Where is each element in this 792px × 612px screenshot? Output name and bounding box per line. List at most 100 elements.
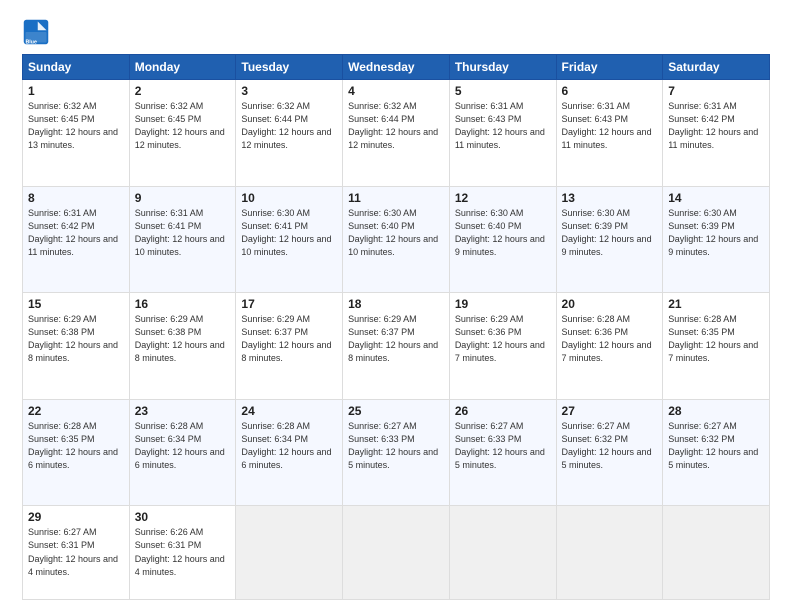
day-number: 4	[348, 84, 444, 98]
day-info: Sunrise: 6:29 AM Sunset: 6:36 PM Dayligh…	[455, 313, 551, 365]
day-number: 28	[668, 404, 764, 418]
calendar-cell: 26 Sunrise: 6:27 AM Sunset: 6:33 PM Dayl…	[449, 399, 556, 506]
calendar-cell	[556, 506, 663, 600]
calendar-cell: 22 Sunrise: 6:28 AM Sunset: 6:35 PM Dayl…	[23, 399, 130, 506]
calendar-cell	[663, 506, 770, 600]
calendar-cell	[449, 506, 556, 600]
day-info: Sunrise: 6:30 AM Sunset: 6:41 PM Dayligh…	[241, 207, 337, 259]
calendar-cell: 25 Sunrise: 6:27 AM Sunset: 6:33 PM Dayl…	[343, 399, 450, 506]
calendar-cell: 9 Sunrise: 6:31 AM Sunset: 6:41 PM Dayli…	[129, 186, 236, 293]
day-number: 29	[28, 510, 124, 524]
day-number: 14	[668, 191, 764, 205]
calendar-cell: 23 Sunrise: 6:28 AM Sunset: 6:34 PM Dayl…	[129, 399, 236, 506]
calendar-cell: 19 Sunrise: 6:29 AM Sunset: 6:36 PM Dayl…	[449, 293, 556, 400]
col-header-friday: Friday	[556, 55, 663, 80]
calendar-cell: 29 Sunrise: 6:27 AM Sunset: 6:31 PM Dayl…	[23, 506, 130, 600]
day-info: Sunrise: 6:27 AM Sunset: 6:33 PM Dayligh…	[455, 420, 551, 472]
day-number: 27	[562, 404, 658, 418]
day-info: Sunrise: 6:31 AM Sunset: 6:43 PM Dayligh…	[562, 100, 658, 152]
svg-text:Blue: Blue	[26, 39, 37, 45]
calendar-cell: 3 Sunrise: 6:32 AM Sunset: 6:44 PM Dayli…	[236, 80, 343, 187]
day-info: Sunrise: 6:32 AM Sunset: 6:44 PM Dayligh…	[241, 100, 337, 152]
day-info: Sunrise: 6:31 AM Sunset: 6:42 PM Dayligh…	[28, 207, 124, 259]
day-number: 8	[28, 191, 124, 205]
day-number: 7	[668, 84, 764, 98]
logo-icon: Blue	[22, 18, 50, 46]
day-info: Sunrise: 6:28 AM Sunset: 6:35 PM Dayligh…	[668, 313, 764, 365]
day-number: 24	[241, 404, 337, 418]
day-number: 5	[455, 84, 551, 98]
col-header-tuesday: Tuesday	[236, 55, 343, 80]
day-info: Sunrise: 6:29 AM Sunset: 6:37 PM Dayligh…	[348, 313, 444, 365]
calendar-cell: 16 Sunrise: 6:29 AM Sunset: 6:38 PM Dayl…	[129, 293, 236, 400]
day-info: Sunrise: 6:29 AM Sunset: 6:38 PM Dayligh…	[28, 313, 124, 365]
day-number: 25	[348, 404, 444, 418]
calendar-cell: 13 Sunrise: 6:30 AM Sunset: 6:39 PM Dayl…	[556, 186, 663, 293]
calendar-cell: 5 Sunrise: 6:31 AM Sunset: 6:43 PM Dayli…	[449, 80, 556, 187]
day-info: Sunrise: 6:30 AM Sunset: 6:40 PM Dayligh…	[455, 207, 551, 259]
day-number: 21	[668, 297, 764, 311]
day-info: Sunrise: 6:31 AM Sunset: 6:43 PM Dayligh…	[455, 100, 551, 152]
calendar-cell: 4 Sunrise: 6:32 AM Sunset: 6:44 PM Dayli…	[343, 80, 450, 187]
day-number: 19	[455, 297, 551, 311]
calendar-cell: 6 Sunrise: 6:31 AM Sunset: 6:43 PM Dayli…	[556, 80, 663, 187]
calendar-cell: 14 Sunrise: 6:30 AM Sunset: 6:39 PM Dayl…	[663, 186, 770, 293]
day-info: Sunrise: 6:28 AM Sunset: 6:35 PM Dayligh…	[28, 420, 124, 472]
calendar-cell: 30 Sunrise: 6:26 AM Sunset: 6:31 PM Dayl…	[129, 506, 236, 600]
day-number: 22	[28, 404, 124, 418]
col-header-thursday: Thursday	[449, 55, 556, 80]
col-header-sunday: Sunday	[23, 55, 130, 80]
day-number: 20	[562, 297, 658, 311]
calendar-cell: 15 Sunrise: 6:29 AM Sunset: 6:38 PM Dayl…	[23, 293, 130, 400]
day-info: Sunrise: 6:27 AM Sunset: 6:33 PM Dayligh…	[348, 420, 444, 472]
day-info: Sunrise: 6:29 AM Sunset: 6:38 PM Dayligh…	[135, 313, 231, 365]
logo: Blue	[22, 18, 54, 46]
calendar-cell	[236, 506, 343, 600]
day-number: 17	[241, 297, 337, 311]
calendar-cell: 21 Sunrise: 6:28 AM Sunset: 6:35 PM Dayl…	[663, 293, 770, 400]
day-number: 12	[455, 191, 551, 205]
day-number: 16	[135, 297, 231, 311]
calendar-cell: 24 Sunrise: 6:28 AM Sunset: 6:34 PM Dayl…	[236, 399, 343, 506]
calendar-cell: 17 Sunrise: 6:29 AM Sunset: 6:37 PM Dayl…	[236, 293, 343, 400]
calendar-cell: 7 Sunrise: 6:31 AM Sunset: 6:42 PM Dayli…	[663, 80, 770, 187]
header: Blue	[22, 18, 770, 46]
day-info: Sunrise: 6:31 AM Sunset: 6:41 PM Dayligh…	[135, 207, 231, 259]
day-info: Sunrise: 6:27 AM Sunset: 6:32 PM Dayligh…	[562, 420, 658, 472]
day-number: 23	[135, 404, 231, 418]
day-number: 11	[348, 191, 444, 205]
day-info: Sunrise: 6:27 AM Sunset: 6:32 PM Dayligh…	[668, 420, 764, 472]
calendar-cell: 1 Sunrise: 6:32 AM Sunset: 6:45 PM Dayli…	[23, 80, 130, 187]
day-number: 3	[241, 84, 337, 98]
day-info: Sunrise: 6:30 AM Sunset: 6:39 PM Dayligh…	[562, 207, 658, 259]
day-number: 9	[135, 191, 231, 205]
calendar-cell: 20 Sunrise: 6:28 AM Sunset: 6:36 PM Dayl…	[556, 293, 663, 400]
day-number: 6	[562, 84, 658, 98]
day-number: 30	[135, 510, 231, 524]
day-info: Sunrise: 6:28 AM Sunset: 6:34 PM Dayligh…	[241, 420, 337, 472]
calendar-cell: 11 Sunrise: 6:30 AM Sunset: 6:40 PM Dayl…	[343, 186, 450, 293]
calendar-cell: 28 Sunrise: 6:27 AM Sunset: 6:32 PM Dayl…	[663, 399, 770, 506]
calendar-cell: 10 Sunrise: 6:30 AM Sunset: 6:41 PM Dayl…	[236, 186, 343, 293]
col-header-monday: Monday	[129, 55, 236, 80]
calendar-cell: 18 Sunrise: 6:29 AM Sunset: 6:37 PM Dayl…	[343, 293, 450, 400]
day-number: 26	[455, 404, 551, 418]
day-info: Sunrise: 6:30 AM Sunset: 6:40 PM Dayligh…	[348, 207, 444, 259]
day-info: Sunrise: 6:26 AM Sunset: 6:31 PM Dayligh…	[135, 526, 231, 578]
day-number: 10	[241, 191, 337, 205]
day-info: Sunrise: 6:32 AM Sunset: 6:45 PM Dayligh…	[28, 100, 124, 152]
day-number: 13	[562, 191, 658, 205]
calendar-cell: 12 Sunrise: 6:30 AM Sunset: 6:40 PM Dayl…	[449, 186, 556, 293]
calendar-cell	[343, 506, 450, 600]
col-header-wednesday: Wednesday	[343, 55, 450, 80]
day-info: Sunrise: 6:32 AM Sunset: 6:45 PM Dayligh…	[135, 100, 231, 152]
day-number: 1	[28, 84, 124, 98]
day-info: Sunrise: 6:32 AM Sunset: 6:44 PM Dayligh…	[348, 100, 444, 152]
calendar-cell: 2 Sunrise: 6:32 AM Sunset: 6:45 PM Dayli…	[129, 80, 236, 187]
calendar-table: SundayMondayTuesdayWednesdayThursdayFrid…	[22, 54, 770, 600]
day-info: Sunrise: 6:30 AM Sunset: 6:39 PM Dayligh…	[668, 207, 764, 259]
day-number: 2	[135, 84, 231, 98]
page: Blue SundayMondayTuesdayWednesdayThursda…	[0, 0, 792, 612]
calendar-cell: 8 Sunrise: 6:31 AM Sunset: 6:42 PM Dayli…	[23, 186, 130, 293]
day-number: 18	[348, 297, 444, 311]
